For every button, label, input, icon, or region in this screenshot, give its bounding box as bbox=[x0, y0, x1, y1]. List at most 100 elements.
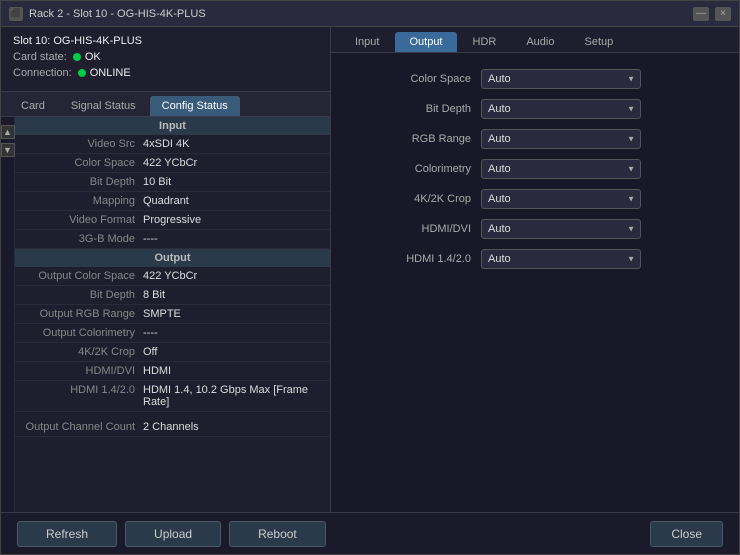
select-color-space[interactable]: Auto Manual bbox=[481, 69, 641, 89]
minimize-button[interactable]: — bbox=[693, 7, 709, 21]
title-bar: ⬛ Rack 2 - Slot 10 - OG-HIS-4K-PLUS — × bbox=[1, 1, 739, 27]
upload-button[interactable]: Upload bbox=[125, 521, 221, 547]
main-window: ⬛ Rack 2 - Slot 10 - OG-HIS-4K-PLUS — × … bbox=[0, 0, 740, 555]
slot-label: Slot 10: OG-HIS-4K-PLUS bbox=[13, 35, 142, 47]
connection-row: Connection: ONLINE bbox=[13, 67, 318, 79]
select-wrapper-hdmi-dvi: Auto HDMI DVI bbox=[481, 219, 641, 239]
left-tabs: Card Signal Status Config Status bbox=[1, 92, 330, 117]
collapse-side: ▲ ▼ bbox=[1, 117, 15, 512]
left-panel-inner: ▲ ▼ Input Video Src 4xSDI 4K Color Space… bbox=[1, 117, 330, 512]
row-value: 422 YCbCr bbox=[143, 270, 322, 282]
row-value: Progressive bbox=[143, 214, 322, 226]
tab-config-status[interactable]: Config Status bbox=[150, 96, 240, 116]
row-value: ---- bbox=[143, 327, 322, 339]
tab-output[interactable]: Output bbox=[395, 32, 456, 52]
reboot-button[interactable]: Reboot bbox=[229, 521, 326, 547]
table-row: Bit Depth 10 Bit bbox=[15, 173, 330, 192]
select-rgb-range[interactable]: Auto Manual bbox=[481, 129, 641, 149]
table-row: Video Format Progressive bbox=[15, 211, 330, 230]
select-wrapper-rgb-range: Auto Manual bbox=[481, 129, 641, 149]
select-wrapper-bit-depth: Auto Manual bbox=[481, 99, 641, 119]
input-section-header: Input bbox=[15, 117, 330, 135]
connection-dot bbox=[78, 69, 86, 77]
tab-card[interactable]: Card bbox=[9, 96, 57, 116]
config-label-rgb-range: RGB Range bbox=[351, 133, 471, 145]
close-button[interactable]: Close bbox=[650, 521, 723, 547]
table-row: Mapping Quadrant bbox=[15, 192, 330, 211]
tab-hdr[interactable]: HDR bbox=[459, 32, 511, 52]
select-hdmi-dvi[interactable]: Auto HDMI DVI bbox=[481, 219, 641, 239]
connection-label: Connection: bbox=[13, 67, 72, 79]
select-4k2k-crop[interactable]: Auto Off bbox=[481, 189, 641, 209]
right-content: Color Space Auto Manual Bit Depth Auto bbox=[331, 53, 739, 512]
config-label-color-space: Color Space bbox=[351, 73, 471, 85]
row-value: 10 Bit bbox=[143, 176, 322, 188]
select-bit-depth[interactable]: Auto Manual bbox=[481, 99, 641, 119]
card-state-value: OK bbox=[85, 51, 101, 63]
table-row: Color Space 422 YCbCr bbox=[15, 154, 330, 173]
right-panel: Input Output HDR Audio Setup Color Space… bbox=[331, 27, 739, 512]
info-table: Input Video Src 4xSDI 4K Color Space 422… bbox=[15, 117, 330, 512]
table-row: Video Src 4xSDI 4K bbox=[15, 135, 330, 154]
row-label: Color Space bbox=[23, 157, 143, 169]
row-value: SMPTE bbox=[143, 308, 322, 320]
refresh-button[interactable]: Refresh bbox=[17, 521, 117, 547]
table-row: HDMI/DVI HDMI bbox=[15, 362, 330, 381]
table-row: Output Channel Count 2 Channels bbox=[15, 418, 330, 437]
left-panel: Slot 10: OG-HIS-4K-PLUS Card state: OK C… bbox=[1, 27, 331, 512]
row-value: 2 Channels bbox=[143, 421, 322, 433]
connection-value: ONLINE bbox=[90, 67, 131, 79]
config-label-hdmi-version: HDMI 1.4/2.0 bbox=[351, 253, 471, 265]
table-row: HDMI 1.4/2.0 HDMI 1.4, 10.2 Gbps Max [Fr… bbox=[15, 381, 330, 412]
config-label-hdmi-dvi: HDMI/DVI bbox=[351, 223, 471, 235]
table-row: Output RGB Range SMPTE bbox=[15, 305, 330, 324]
row-label: Bit Depth bbox=[23, 176, 143, 188]
config-row-color-space: Color Space Auto Manual bbox=[351, 69, 719, 89]
table-row: 4K/2K Crop Off bbox=[15, 343, 330, 362]
row-value: HDMI 1.4, 10.2 Gbps Max [Frame Rate] bbox=[143, 384, 322, 408]
row-label: HDMI/DVI bbox=[23, 365, 143, 377]
row-value: ---- bbox=[143, 233, 322, 245]
tab-setup[interactable]: Setup bbox=[570, 32, 627, 52]
row-value: 4xSDI 4K bbox=[143, 138, 322, 150]
table-row: 3G-B Mode ---- bbox=[15, 230, 330, 249]
row-label: Output RGB Range bbox=[23, 308, 143, 320]
select-wrapper-hdmi-version: Auto HDMI 1.4 HDMI 2.0 bbox=[481, 249, 641, 269]
tab-input[interactable]: Input bbox=[341, 32, 393, 52]
row-label: HDMI 1.4/2.0 bbox=[23, 384, 143, 408]
row-value: 422 YCbCr bbox=[143, 157, 322, 169]
collapse-up-button[interactable]: ▲ bbox=[1, 125, 15, 139]
row-value: Off bbox=[143, 346, 322, 358]
config-label-4k2k-crop: 4K/2K Crop bbox=[351, 193, 471, 205]
device-info: Slot 10: OG-HIS-4K-PLUS Card state: OK C… bbox=[1, 27, 330, 92]
row-label: Mapping bbox=[23, 195, 143, 207]
row-label: Output Color Space bbox=[23, 270, 143, 282]
config-row-colorimetry: Colorimetry Auto Manual bbox=[351, 159, 719, 179]
row-label: Video Format bbox=[23, 214, 143, 226]
bottom-bar: Refresh Upload Reboot Close bbox=[1, 512, 739, 554]
row-label: Bit Depth bbox=[23, 289, 143, 301]
config-row-hdmi-version: HDMI 1.4/2.0 Auto HDMI 1.4 HDMI 2.0 bbox=[351, 249, 719, 269]
card-state-label: Card state: bbox=[13, 51, 67, 63]
config-label-bit-depth: Bit Depth bbox=[351, 103, 471, 115]
main-content: Slot 10: OG-HIS-4K-PLUS Card state: OK C… bbox=[1, 27, 739, 512]
select-wrapper-colorimetry: Auto Manual bbox=[481, 159, 641, 179]
output-section-header: Output bbox=[15, 249, 330, 267]
collapse-down-button[interactable]: ▼ bbox=[1, 143, 15, 157]
select-colorimetry[interactable]: Auto Manual bbox=[481, 159, 641, 179]
tab-signal-status[interactable]: Signal Status bbox=[59, 96, 148, 116]
bottom-buttons-left: Refresh Upload Reboot bbox=[17, 521, 326, 547]
window-close-button[interactable]: × bbox=[715, 7, 731, 21]
window-title: Rack 2 - Slot 10 - OG-HIS-4K-PLUS bbox=[29, 8, 687, 20]
select-hdmi-version[interactable]: Auto HDMI 1.4 HDMI 2.0 bbox=[481, 249, 641, 269]
config-label-colorimetry: Colorimetry bbox=[351, 163, 471, 175]
row-value: 8 Bit bbox=[143, 289, 322, 301]
row-label: Video Src bbox=[23, 138, 143, 150]
row-label: Output Colorimetry bbox=[23, 327, 143, 339]
right-tabs: Input Output HDR Audio Setup bbox=[331, 27, 739, 53]
config-row-4k2k-crop: 4K/2K Crop Auto Off bbox=[351, 189, 719, 209]
tab-audio[interactable]: Audio bbox=[512, 32, 568, 52]
config-row-bit-depth: Bit Depth Auto Manual bbox=[351, 99, 719, 119]
config-row-rgb-range: RGB Range Auto Manual bbox=[351, 129, 719, 149]
card-state-row: Card state: OK bbox=[13, 51, 318, 63]
